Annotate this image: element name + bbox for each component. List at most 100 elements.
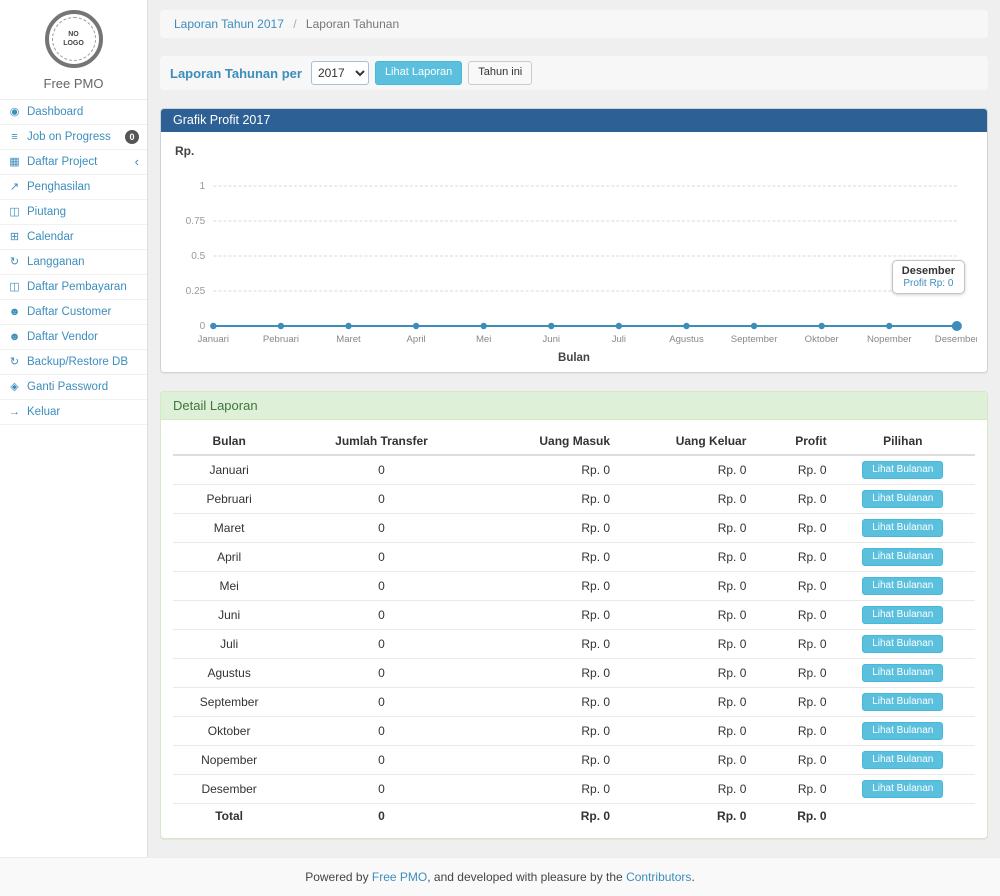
app-wrapper: NO LOGO Free PMO ◉Dashboard≡Job on Progr… bbox=[0, 0, 1000, 857]
table-cell: 0 bbox=[285, 485, 477, 514]
table-cell: 0 bbox=[285, 572, 477, 601]
table-cell: Rp. 0 bbox=[614, 543, 750, 572]
table-cell: Rp. 0 bbox=[478, 455, 614, 485]
payment-icon: ◫ bbox=[8, 280, 21, 294]
lihat-bulanan-button[interactable]: Lihat Bulanan bbox=[862, 722, 943, 740]
action-cell: Lihat Bulanan bbox=[831, 659, 975, 688]
svg-text:0.5: 0.5 bbox=[191, 251, 205, 262]
sidebar-item-langganan[interactable]: ↻ Langganan bbox=[0, 250, 147, 275]
lihat-bulanan-button[interactable]: Lihat Bulanan bbox=[862, 461, 943, 479]
sidebar-item-daftar-project[interactable]: ▦Daftar Project‹ bbox=[0, 150, 147, 175]
table-cell: Rp. 0 bbox=[614, 746, 750, 775]
svg-text:0.25: 0.25 bbox=[186, 286, 206, 297]
brand-name: Free PMO bbox=[0, 76, 147, 91]
customers-icon: ☻ bbox=[8, 305, 21, 319]
sidebar-item-piutang[interactable]: ◫ Piutang bbox=[0, 200, 147, 225]
lock-icon: ◈ bbox=[8, 380, 21, 394]
sidebar-item-daftar-customer[interactable]: ☻Daftar Customer bbox=[0, 300, 147, 325]
logo-placeholder-text: NO LOGO bbox=[59, 30, 89, 48]
table-cell: Rp. 0 bbox=[614, 630, 750, 659]
detail-panel-title: Detail Laporan bbox=[161, 392, 987, 420]
sidebar-item-backup-restore-db[interactable]: ↻Backup/Restore DB bbox=[0, 350, 147, 375]
sidebar-item-label: Job on Progress bbox=[27, 130, 111, 144]
table-cell: Juni bbox=[173, 601, 285, 630]
table-cell: Rp. 0 bbox=[478, 688, 614, 717]
table-cell: Rp. 0 bbox=[750, 601, 830, 630]
svg-text:Desember: Desember bbox=[935, 334, 977, 345]
footer-text-suffix: . bbox=[691, 870, 694, 884]
sidebar-item-dashboard[interactable]: ◉Dashboard bbox=[0, 100, 147, 125]
svg-text:Agustus: Agustus bbox=[669, 334, 704, 345]
sidebar-item-calendar[interactable]: ⊞Calendar bbox=[0, 225, 147, 250]
sidebar-item-label: Ganti Password bbox=[27, 380, 108, 394]
lihat-laporan-button[interactable]: Lihat Laporan bbox=[375, 61, 462, 84]
lihat-bulanan-button[interactable]: Lihat Bulanan bbox=[862, 780, 943, 798]
sidebar-item-label: Langganan bbox=[27, 255, 85, 269]
lihat-bulanan-button[interactable]: Lihat Bulanan bbox=[862, 577, 943, 595]
svg-text:Januari: Januari bbox=[198, 334, 229, 345]
table-cell: Rp. 0 bbox=[478, 659, 614, 688]
table-cell: 0 bbox=[285, 717, 477, 746]
main-content: Laporan Tahun 2017 / Laporan Tahunan Lap… bbox=[148, 0, 1000, 857]
sidebar-item-label: Backup/Restore DB bbox=[27, 355, 128, 369]
sidebar-item-daftar-vendor[interactable]: ☻Daftar Vendor bbox=[0, 325, 147, 350]
recurring-icon: ↻ bbox=[8, 255, 21, 269]
sidebar-item-ganti-password[interactable]: ◈ Ganti Password bbox=[0, 375, 147, 400]
total-empty-cell bbox=[831, 804, 975, 829]
sidebar-item-job-on-progress[interactable]: ≡Job on Progress0 bbox=[0, 125, 147, 150]
sidebar-item-keluar[interactable]: →Keluar bbox=[0, 400, 147, 425]
money-icon: ◫ bbox=[8, 205, 21, 219]
sidebar-item-penghasilan[interactable]: ↗Penghasilan bbox=[0, 175, 147, 200]
logo-box: NO LOGO Free PMO bbox=[0, 0, 147, 99]
table-cell: Rp. 0 bbox=[750, 775, 830, 804]
table-cell: Juli bbox=[173, 630, 285, 659]
action-cell: Lihat Bulanan bbox=[831, 485, 975, 514]
detail-report-panel: Detail Laporan BulanJumlah TransferUang … bbox=[160, 391, 988, 839]
profit-chart-panel: Grafik Profit 2017 Rp. 00.250.50.751Janu… bbox=[160, 108, 988, 373]
action-cell: Lihat Bulanan bbox=[831, 455, 975, 485]
tooltip-value: Profit Rp: 0 bbox=[902, 278, 955, 289]
calendar-icon: ⊞ bbox=[8, 230, 21, 244]
lihat-bulanan-button[interactable]: Lihat Bulanan bbox=[862, 606, 943, 624]
free-pmo-link[interactable]: Free PMO bbox=[372, 870, 427, 884]
total-cell: Rp. 0 bbox=[750, 804, 830, 829]
table-cell: Mei bbox=[173, 572, 285, 601]
table-cell: 0 bbox=[285, 455, 477, 485]
table-cell: Agustus bbox=[173, 659, 285, 688]
profit-line-chart[interactable]: 00.250.50.751JanuariPebruariMaretAprilMe… bbox=[171, 156, 977, 352]
tahun-ini-button[interactable]: Tahun ini bbox=[468, 61, 532, 84]
sidebar-item-label: Piutang bbox=[27, 205, 66, 219]
count-badge: 0 bbox=[125, 130, 139, 144]
breadcrumb-current: Laporan Tahunan bbox=[306, 17, 399, 31]
sidebar-item-label: Daftar Project bbox=[27, 155, 97, 169]
sidebar: NO LOGO Free PMO ◉Dashboard≡Job on Progr… bbox=[0, 0, 148, 857]
svg-text:0.75: 0.75 bbox=[186, 216, 206, 227]
lihat-bulanan-button[interactable]: Lihat Bulanan bbox=[862, 490, 943, 508]
svg-text:Maret: Maret bbox=[336, 334, 361, 345]
table-cell: Rp. 0 bbox=[614, 514, 750, 543]
table-row: Nopember0Rp. 0Rp. 0Rp. 0Lihat Bulanan bbox=[173, 746, 975, 775]
column-header: Uang Masuk bbox=[478, 428, 614, 455]
action-cell: Lihat Bulanan bbox=[831, 775, 975, 804]
lihat-bulanan-button[interactable]: Lihat Bulanan bbox=[862, 693, 943, 711]
lihat-bulanan-button[interactable]: Lihat Bulanan bbox=[862, 519, 943, 537]
breadcrumb-link[interactable]: Laporan Tahun 2017 bbox=[174, 17, 284, 31]
table-cell: Rp. 0 bbox=[478, 601, 614, 630]
table-cell: Rp. 0 bbox=[750, 659, 830, 688]
lihat-bulanan-button[interactable]: Lihat Bulanan bbox=[862, 664, 943, 682]
lihat-bulanan-button[interactable]: Lihat Bulanan bbox=[862, 548, 943, 566]
sidebar-item-daftar-pembayaran[interactable]: ◫Daftar Pembayaran bbox=[0, 275, 147, 300]
table-cell: Januari bbox=[173, 455, 285, 485]
contributors-link[interactable]: Contributors bbox=[626, 870, 691, 884]
table-cell: Rp. 0 bbox=[750, 455, 830, 485]
table-row: Mei0Rp. 0Rp. 0Rp. 0Lihat Bulanan bbox=[173, 572, 975, 601]
vendors-icon: ☻ bbox=[8, 330, 21, 344]
lihat-bulanan-button[interactable]: Lihat Bulanan bbox=[862, 751, 943, 769]
table-cell: Desember bbox=[173, 775, 285, 804]
year-select[interactable]: 2017 bbox=[311, 61, 369, 85]
lihat-bulanan-button[interactable]: Lihat Bulanan bbox=[862, 635, 943, 653]
breadcrumb: Laporan Tahun 2017 / Laporan Tahunan bbox=[160, 10, 988, 38]
table-cell: Rp. 0 bbox=[478, 717, 614, 746]
table-cell: April bbox=[173, 543, 285, 572]
table-cell: Rp. 0 bbox=[478, 572, 614, 601]
